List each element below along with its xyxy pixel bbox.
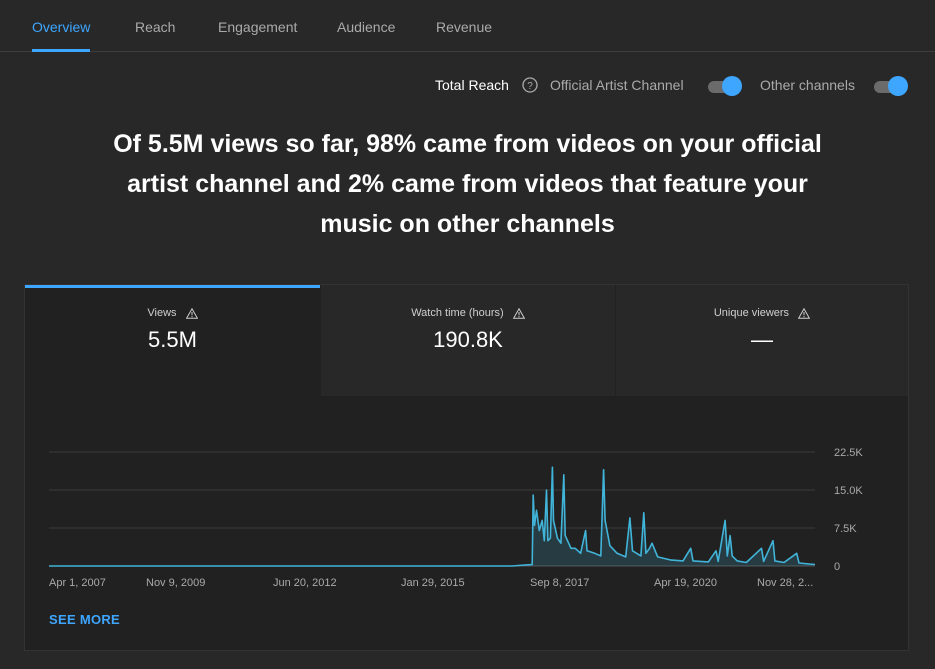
views-chart[interactable]: 0 7.5K 15.0K 22.5K Apr 1, 2007 Nov 9, 2009 Jun…: [25, 396, 910, 596]
tab-revenue[interactable]: Revenue: [436, 0, 492, 51]
views-value: 5.5M: [148, 327, 197, 352]
warning-icon[interactable]: [798, 307, 811, 319]
metric-tab-views[interactable]: Views 5.5M: [25, 285, 320, 396]
reach-summary-headline: Of 5.5M views so far, 98% came from vide…: [113, 130, 822, 238]
x-tick-label: Jan 29, 2015: [401, 577, 465, 589]
tab-reach-label: Reach: [135, 19, 176, 35]
tab-revenue-label: Revenue: [436, 19, 493, 35]
y-tick-label: 22.5K: [834, 447, 863, 459]
unique-viewers-value: —: [751, 327, 773, 352]
total-reach-label: Total Reach: [435, 77, 509, 93]
toggle-knob: [722, 76, 742, 96]
tab-active-indicator: [32, 49, 91, 52]
tab-engagement-label: Engagement: [218, 19, 298, 35]
warning-icon[interactable]: [512, 307, 525, 319]
tab-audience[interactable]: Audience: [337, 0, 395, 51]
help-icon[interactable]: ?: [522, 77, 538, 93]
x-tick-label: Nov 28, 2...: [757, 577, 813, 589]
metrics-card: Views 5.5M Watch time (hours) 190.8K Uni…: [24, 284, 909, 651]
tab-bar: Overview Reach Engagement Audience Reven…: [0, 0, 935, 52]
y-tick-label: 0: [834, 561, 840, 573]
metric-label: Watch time (hours): [321, 307, 615, 319]
tab-overview[interactable]: Overview: [32, 0, 91, 52]
see-more-link[interactable]: SEE MORE: [49, 612, 120, 627]
y-tick-label: 15.0K: [834, 485, 863, 497]
metric-label: Views: [25, 307, 320, 319]
other-channels-label: Other channels: [760, 77, 855, 93]
x-tick-label: Nov 9, 2009: [146, 577, 205, 589]
x-tick-label: Apr 19, 2020: [654, 577, 717, 589]
unique-viewers-label: Unique viewers: [713, 307, 790, 319]
tab-reach[interactable]: Reach: [135, 0, 175, 51]
warning-icon[interactable]: [185, 307, 198, 319]
toggle-knob: [888, 76, 908, 96]
metric-tab-watch-time[interactable]: Watch time (hours) 190.8K: [320, 285, 615, 396]
other-channels-toggle[interactable]: [872, 76, 908, 96]
x-tick-label: Sep 8, 2017: [530, 577, 589, 589]
tab-audience-label: Audience: [337, 19, 396, 35]
metric-tab-unique-viewers[interactable]: Unique viewers —: [615, 285, 908, 396]
views-label: Views: [147, 307, 177, 319]
metric-active-indicator: [25, 285, 320, 288]
svg-text:?: ?: [527, 81, 533, 92]
watch-time-value: 190.8K: [433, 327, 503, 352]
y-tick-label: 7.5K: [834, 523, 857, 535]
series-area: [49, 467, 815, 566]
official-artist-channel-toggle[interactable]: [706, 76, 742, 96]
x-tick-label: Jun 20, 2012: [273, 577, 337, 589]
x-tick-label: Apr 1, 2007: [49, 577, 106, 589]
tab-overview-label: Overview: [32, 19, 91, 35]
series-line: [49, 466, 816, 567]
official-artist-channel-label: Official Artist Channel: [550, 77, 684, 93]
metric-label: Unique viewers: [616, 307, 908, 319]
views-chart-svg: 0 7.5K 15.0K 22.5K Apr 1, 2007 Nov 9, 2009 Jun…: [49, 447, 863, 589]
tab-engagement[interactable]: Engagement: [218, 0, 297, 51]
watch-time-label: Watch time (hours): [411, 307, 504, 319]
